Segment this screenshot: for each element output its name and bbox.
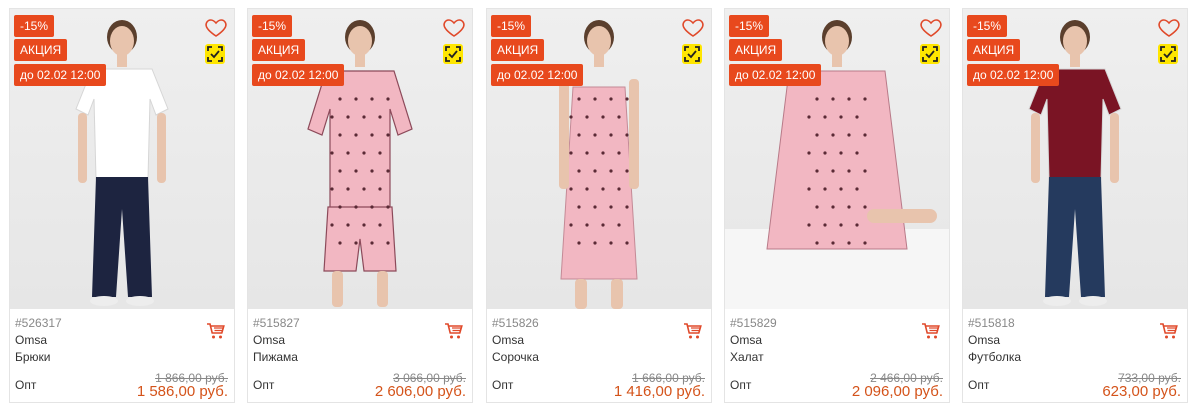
product-sku: #515826 [492, 316, 539, 330]
promo-badge: АКЦИЯ [967, 39, 1021, 61]
product-grid: -15% АКЦИЯ до 02.02 12:00 #526317 Omsa Б… [0, 0, 1200, 403]
discount-badge: -15% [252, 15, 293, 37]
promo-badge: АКЦИЯ [252, 39, 306, 61]
promo-badge: АКЦИЯ [14, 39, 68, 61]
discount-badge: -15% [967, 15, 1008, 37]
discount-badge: -15% [729, 15, 770, 37]
product-photo[interactable]: -15% АКЦИЯ до 02.02 12:00 [10, 9, 234, 309]
scan-icon[interactable] [920, 44, 940, 64]
promo-until-badge: до 02.02 12:00 [491, 64, 584, 86]
current-price: 623,00 руб. [1102, 383, 1181, 400]
product-sku: #515827 [253, 316, 300, 330]
product-name[interactable]: Сорочка [492, 350, 539, 364]
product-sku: #515829 [730, 316, 777, 330]
promo-until-badge: до 02.02 12:00 [14, 64, 107, 86]
heart-icon[interactable] [204, 15, 228, 39]
cart-icon[interactable] [683, 322, 703, 340]
product-name[interactable]: Пижама [253, 350, 298, 364]
promo-until-badge: до 02.02 12:00 [252, 64, 345, 86]
scan-icon[interactable] [443, 44, 463, 64]
promo-until-badge: до 02.02 12:00 [967, 64, 1060, 86]
price-type-label: Опт [15, 378, 37, 392]
product-brand: Omsa [492, 333, 525, 347]
product-card[interactable]: -15% АКЦИЯ до 02.02 12:00 #515818 Omsa Ф… [962, 8, 1188, 403]
current-price: 2 606,00 руб. [374, 383, 466, 400]
scan-icon[interactable] [1158, 44, 1178, 64]
product-name[interactable]: Футболка [968, 350, 1021, 364]
price-type-label: Опт [492, 378, 514, 392]
discount-badge: -15% [491, 15, 532, 37]
price-type-label: Опт [730, 378, 752, 392]
product-name[interactable]: Халат [730, 350, 764, 364]
product-brand: Omsa [253, 333, 286, 347]
heart-icon[interactable] [681, 15, 705, 39]
cart-icon[interactable] [206, 322, 226, 340]
product-card[interactable]: -15% АКЦИЯ до 02.02 12:00 #515826 Omsa С… [486, 8, 712, 403]
product-name[interactable]: Брюки [15, 350, 51, 364]
product-photo[interactable]: -15% АКЦИЯ до 02.02 12:00 [963, 9, 1187, 309]
scan-icon[interactable] [682, 44, 702, 64]
product-card[interactable]: -15% АКЦИЯ до 02.02 12:00 #526317 Omsa Б… [9, 8, 235, 403]
product-sku: #526317 [15, 316, 62, 330]
heart-icon[interactable] [919, 15, 943, 39]
heart-icon[interactable] [1157, 15, 1181, 39]
product-photo[interactable]: -15% АКЦИЯ до 02.02 12:00 [248, 9, 472, 309]
product-brand: Omsa [730, 333, 763, 347]
promo-until-badge: до 02.02 12:00 [729, 64, 822, 86]
product-card[interactable]: -15% АКЦИЯ до 02.02 12:00 #515829 Omsa Х… [724, 8, 950, 403]
product-sku: #515818 [968, 316, 1015, 330]
promo-badge: АКЦИЯ [729, 39, 783, 61]
product-brand: Omsa [968, 333, 1001, 347]
discount-badge: -15% [14, 15, 55, 37]
current-price: 1 416,00 руб. [613, 383, 705, 400]
product-photo[interactable]: -15% АКЦИЯ до 02.02 12:00 [725, 9, 949, 309]
cart-icon[interactable] [1159, 322, 1179, 340]
promo-badge: АКЦИЯ [491, 39, 545, 61]
product-card[interactable]: -15% АКЦИЯ до 02.02 12:00 #515827 Omsa П… [247, 8, 473, 403]
product-photo[interactable]: -15% АКЦИЯ до 02.02 12:00 [487, 9, 711, 309]
cart-icon[interactable] [921, 322, 941, 340]
scan-icon[interactable] [205, 44, 225, 64]
cart-icon[interactable] [444, 322, 464, 340]
price-type-label: Опт [253, 378, 275, 392]
price-type-label: Опт [968, 378, 990, 392]
current-price: 2 096,00 руб. [851, 383, 943, 400]
product-brand: Omsa [15, 333, 48, 347]
heart-icon[interactable] [442, 15, 466, 39]
current-price: 1 586,00 руб. [136, 383, 228, 400]
